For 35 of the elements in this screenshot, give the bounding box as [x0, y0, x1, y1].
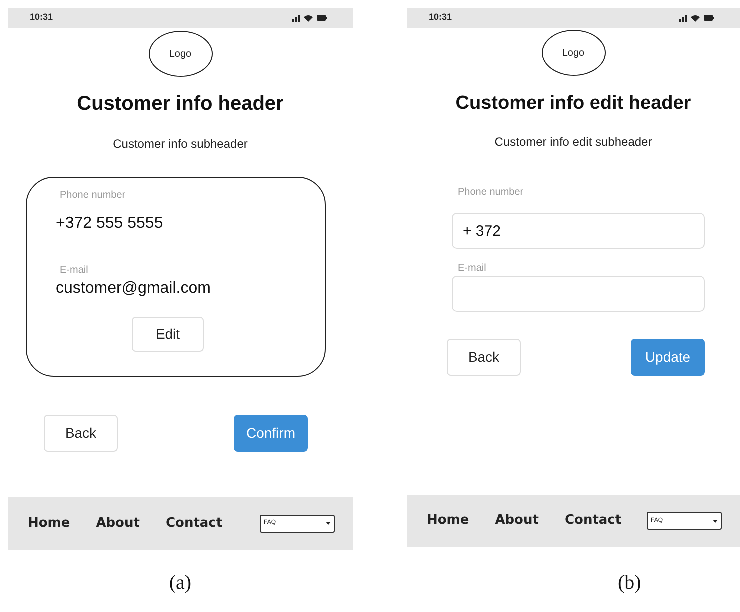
signal-icon: [292, 14, 300, 22]
page-header: Customer info header: [76, 92, 285, 116]
field-label: E-mail: [60, 264, 90, 277]
back-button[interactable]: Back: [44, 415, 118, 452]
field-value: +372 555 5555: [56, 214, 164, 234]
logo: Logo: [148, 31, 212, 77]
nav-link[interactable]: About: [495, 511, 539, 531]
logo: Logo: [542, 30, 606, 76]
battery-icon: [704, 15, 714, 21]
field-value: customer@gmail.com: [56, 279, 212, 299]
caret-icon: [326, 522, 331, 525]
status-time: 10:31: [30, 11, 54, 24]
nav-link[interactable]: Contact: [564, 511, 622, 531]
nav-link[interactable]: Home: [427, 511, 470, 531]
status-time: 10:31: [429, 11, 452, 24]
page-subheader: Customer info subheader: [112, 136, 249, 152]
page-subheader: Customer info edit subheader: [494, 134, 654, 150]
input-field[interactable]: + 372: [452, 213, 705, 249]
wifi-icon: [304, 14, 313, 22]
figure-caption: (a): [169, 571, 192, 595]
figure-caption: (b): [618, 571, 642, 595]
edit-button[interactable]: Edit: [132, 317, 204, 352]
back-button[interactable]: Back: [447, 339, 521, 376]
wifi-icon: [691, 14, 700, 22]
nav-link[interactable]: About: [96, 514, 140, 534]
field-label: E-mail: [458, 262, 488, 275]
nav-link[interactable]: Contact: [166, 514, 223, 534]
signal-icon: [679, 14, 687, 22]
battery-icon: [317, 15, 327, 21]
field-label: Phone number: [60, 189, 127, 202]
page-header: Customer info edit header: [454, 92, 692, 116]
caret-icon: [713, 520, 718, 522]
field-label: Phone number: [458, 186, 525, 199]
nav-link[interactable]: Home: [28, 514, 70, 534]
input-field[interactable]: [452, 276, 705, 312]
